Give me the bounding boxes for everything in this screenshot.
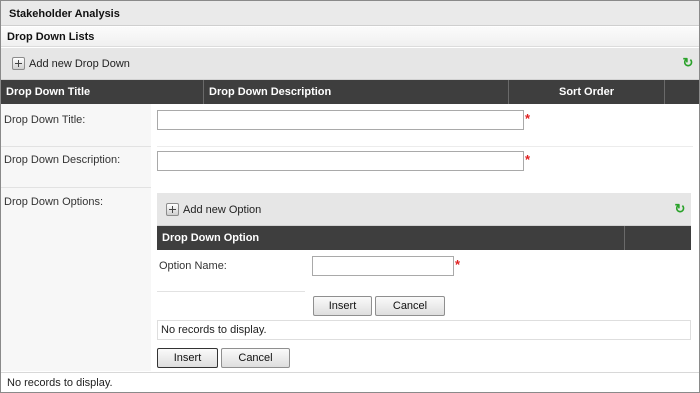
divider — [1, 187, 151, 188]
divider — [157, 146, 693, 147]
options-no-records-text: No records to display. — [161, 324, 267, 336]
column-header-description[interactable]: Drop Down Description — [204, 80, 509, 104]
insert-button[interactable]: Insert — [157, 348, 218, 368]
plus-icon — [166, 203, 179, 216]
window-title: Stakeholder Analysis — [1, 1, 699, 26]
plus-icon — [12, 57, 25, 70]
form-label-column — [1, 104, 151, 371]
cancel-button[interactable]: Cancel — [221, 348, 290, 368]
required-marker: * — [455, 257, 461, 272]
divider — [1, 372, 699, 373]
add-new-dropdown-label: Add new Drop Down — [29, 57, 130, 70]
option-name-input[interactable] — [312, 256, 454, 276]
add-new-option-button[interactable]: Add new Option — [166, 203, 261, 216]
dropdown-description-label: Drop Down Description: — [4, 154, 121, 166]
dropdown-title-input[interactable] — [157, 110, 524, 130]
dropdown-title-label: Drop Down Title: — [4, 114, 86, 126]
add-new-dropdown-button[interactable]: Add new Drop Down — [12, 57, 130, 70]
add-new-option-label: Add new Option — [183, 203, 262, 216]
column-header-extra — [625, 226, 691, 250]
options-grid-header: Drop Down Option — [157, 226, 691, 250]
option-name-label: Option Name: — [159, 260, 227, 272]
grid-command-bar: Add new Drop Down ↻ — [1, 48, 699, 80]
divider — [157, 291, 305, 292]
section-title: Drop Down Lists — [1, 27, 699, 47]
options-command-bar: Add new Option ↻ — [157, 193, 691, 226]
dropdown-options-label: Drop Down Options: — [4, 196, 104, 208]
column-header-dropdown-option[interactable]: Drop Down Option — [157, 226, 625, 250]
refresh-icon[interactable]: ↻ — [681, 56, 695, 70]
required-marker: * — [525, 111, 531, 126]
column-header-sort-order[interactable]: Sort Order — [509, 80, 665, 104]
options-no-records: No records to display. — [157, 320, 691, 340]
grid-header: Drop Down Title Drop Down Description So… — [1, 80, 699, 104]
refresh-icon[interactable]: ↻ — [673, 202, 687, 216]
column-header-title[interactable]: Drop Down Title — [1, 80, 204, 104]
grid-no-records: No records to display. — [7, 377, 113, 389]
required-marker: * — [525, 152, 531, 167]
stakeholder-analysis-window: Stakeholder Analysis Drop Down Lists Add… — [0, 0, 700, 393]
option-cancel-button[interactable]: Cancel — [375, 296, 445, 316]
option-insert-button[interactable]: Insert — [313, 296, 372, 316]
divider — [1, 146, 151, 147]
column-header-extra — [665, 80, 699, 104]
dropdown-description-input[interactable] — [157, 151, 524, 171]
